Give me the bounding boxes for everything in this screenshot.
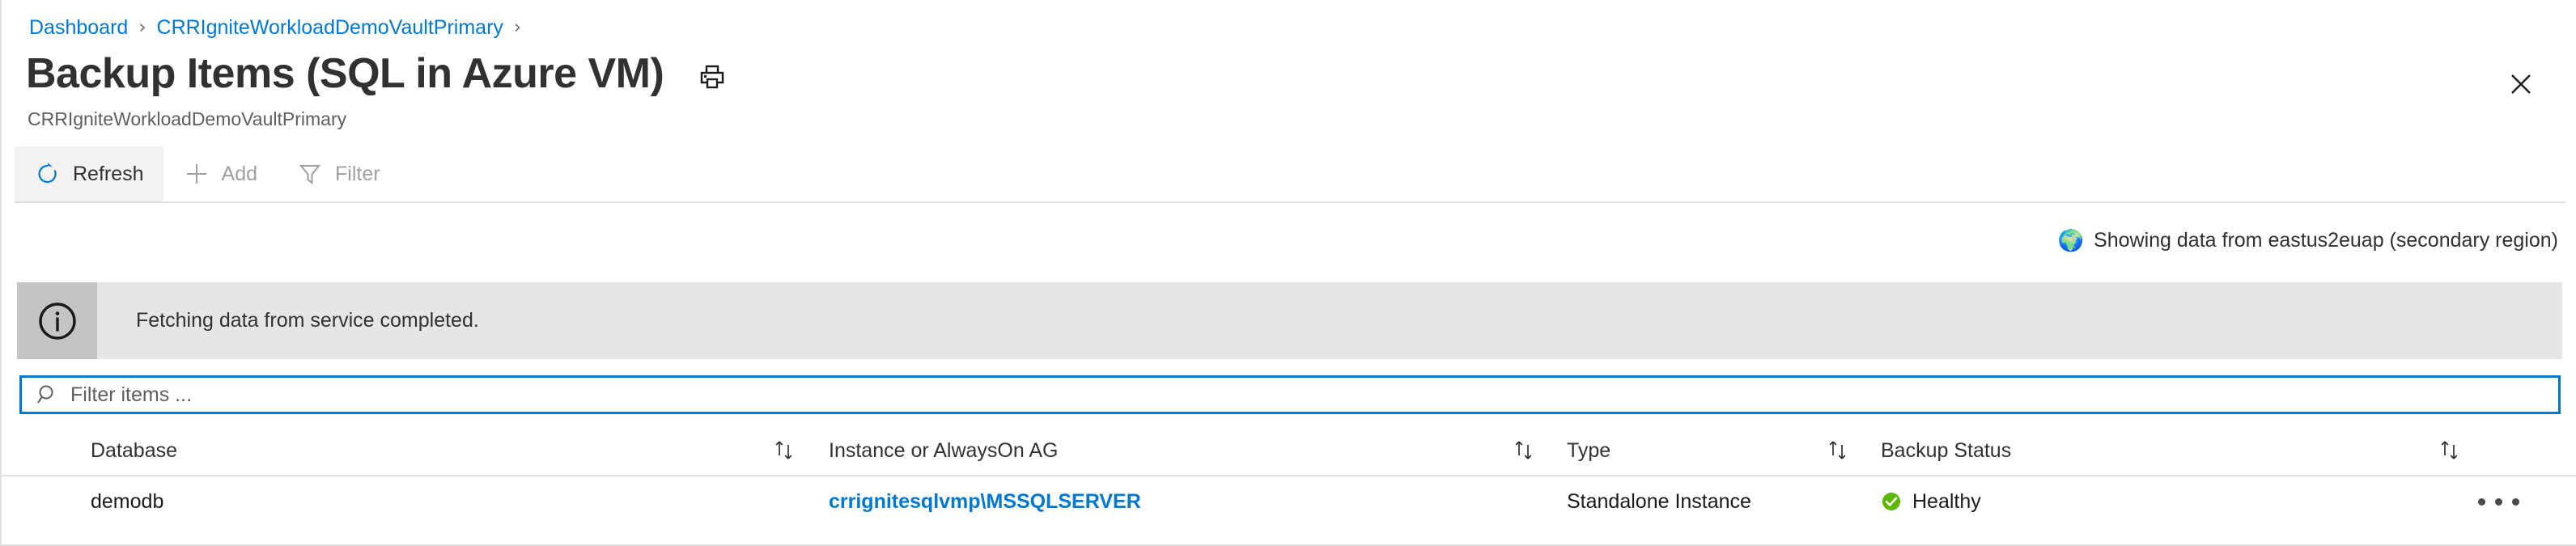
ellipsis-dot <box>2478 497 2485 506</box>
ellipsis-dot <box>2512 497 2519 506</box>
ellipsis-dot <box>2495 497 2502 506</box>
filter-button[interactable]: Filter <box>277 146 400 201</box>
add-label: Add <box>221 162 258 185</box>
backup-status-label: Healthy <box>1912 489 1981 513</box>
ellipsis-icon[interactable] <box>2478 476 2519 527</box>
page-subtitle: CRRIgniteWorkloadDemoVaultPrimary <box>28 108 347 129</box>
breadcrumb-item-dashboard[interactable]: Dashboard <box>29 16 128 39</box>
cell-type: Standalone Instance <box>1567 489 1751 513</box>
printer-icon[interactable] <box>694 60 730 94</box>
close-icon[interactable] <box>2503 66 2539 102</box>
status-banner: Fetching data from service completed. <box>17 282 2562 359</box>
breadcrumb-separator-icon-2: › <box>513 17 522 38</box>
backup-items-blade: Dashboard › CRRIgniteWorkloadDemoVaultPr… <box>0 0 2576 546</box>
sort-icon-instance[interactable] <box>1512 426 1536 475</box>
search-icon <box>36 383 59 406</box>
column-header-type[interactable]: Type <box>1567 426 1611 475</box>
refresh-label: Refresh <box>73 162 144 185</box>
command-bar-divider <box>15 201 2565 203</box>
refresh-icon <box>34 160 62 188</box>
column-header-database[interactable]: Database <box>91 426 177 475</box>
filter-label: Filter <box>335 162 380 185</box>
breadcrumb: Dashboard › CRRIgniteWorkloadDemoVaultPr… <box>29 16 532 39</box>
column-header-instance[interactable]: Instance or AlwaysOn AG <box>829 426 1058 475</box>
sort-icon-type[interactable] <box>1826 426 1850 475</box>
check-circle-icon <box>1881 491 1902 512</box>
cell-backup-status: Healthy <box>1881 476 1981 527</box>
title-row: Backup Items (SQL in Azure VM) <box>26 50 730 97</box>
cell-database: demodb <box>91 489 164 513</box>
sort-icon-backup-status[interactable] <box>2438 426 2462 475</box>
breadcrumb-item-vault[interactable]: CRRIgniteWorkloadDemoVaultPrimary <box>157 16 503 39</box>
table-row[interactable]: demodb crrignitesqlvmp\MSSQLSERVER Stand… <box>2 475 2576 527</box>
breadcrumb-separator-icon: › <box>138 17 146 38</box>
secondary-region-text: Showing data from eastus2euap (secondary… <box>2094 229 2558 252</box>
table-header-row: Database Instance or AlwaysOn AG Type Ba… <box>2 426 2576 475</box>
backup-items-table: Database Instance or AlwaysOn AG Type Ba… <box>2 426 2576 527</box>
command-bar: Refresh Add Filter <box>15 146 400 201</box>
info-icon <box>17 282 97 359</box>
cell-instance-link[interactable]: crrignitesqlvmp\MSSQLSERVER <box>829 476 1141 527</box>
secondary-region-note: 🌍 Showing data from eastus2euap (seconda… <box>2058 229 2558 252</box>
refresh-button[interactable]: Refresh <box>15 146 163 201</box>
search-box[interactable] <box>19 375 2561 414</box>
plus-icon <box>183 160 210 188</box>
search-input[interactable] <box>70 383 1689 407</box>
funnel-icon <box>296 160 324 188</box>
page-title: Backup Items (SQL in Azure VM) <box>26 50 664 97</box>
status-banner-message: Fetching data from service completed. <box>136 309 479 332</box>
column-header-backup-status[interactable]: Backup Status <box>1881 426 2011 475</box>
globe-icon: 🌍 <box>2057 228 2085 252</box>
sort-icon-database[interactable] <box>772 426 796 475</box>
add-button[interactable]: Add <box>163 146 277 201</box>
